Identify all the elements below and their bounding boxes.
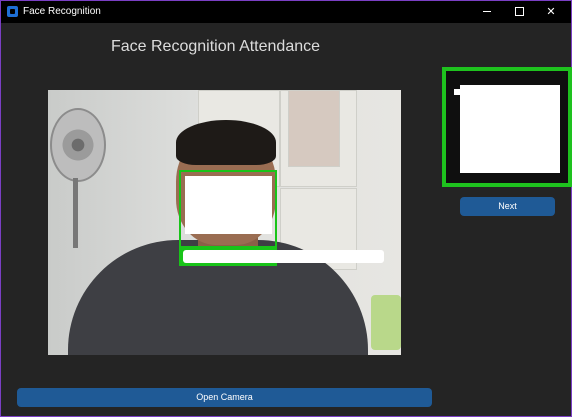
page-title: Face Recognition Attendance xyxy=(1,37,572,57)
page-title-text: Face Recognition Attendance xyxy=(110,38,321,55)
app-window: Face Recognition ✕ Face Recognition Atte… xyxy=(0,0,572,417)
close-icon: ✕ xyxy=(546,6,556,18)
camera-fan xyxy=(50,108,106,182)
open-camera-button[interactable]: Open Camera xyxy=(17,388,432,407)
app-icon xyxy=(7,6,18,17)
maximize-button[interactable] xyxy=(503,1,535,23)
maximize-icon xyxy=(515,7,524,16)
redacted-thumbnail-mark xyxy=(454,89,474,95)
camera-feed xyxy=(48,90,401,355)
camera-person-hair xyxy=(176,120,276,165)
title-bar[interactable]: Face Recognition ✕ xyxy=(1,1,571,23)
minimize-button[interactable] xyxy=(471,1,503,23)
camera-fan-pole xyxy=(73,178,78,248)
minimize-icon xyxy=(483,11,491,12)
camera-cabinet-glass xyxy=(288,90,340,167)
camera-shelf-item xyxy=(371,295,401,350)
redacted-name-label xyxy=(183,250,384,263)
redacted-face xyxy=(185,176,272,234)
redacted-thumbnail xyxy=(460,85,560,173)
close-button[interactable]: ✕ xyxy=(535,1,567,23)
window-title: Face Recognition xyxy=(23,6,101,17)
next-button[interactable]: Next xyxy=(460,197,555,216)
captured-face-thumbnail xyxy=(442,67,572,187)
